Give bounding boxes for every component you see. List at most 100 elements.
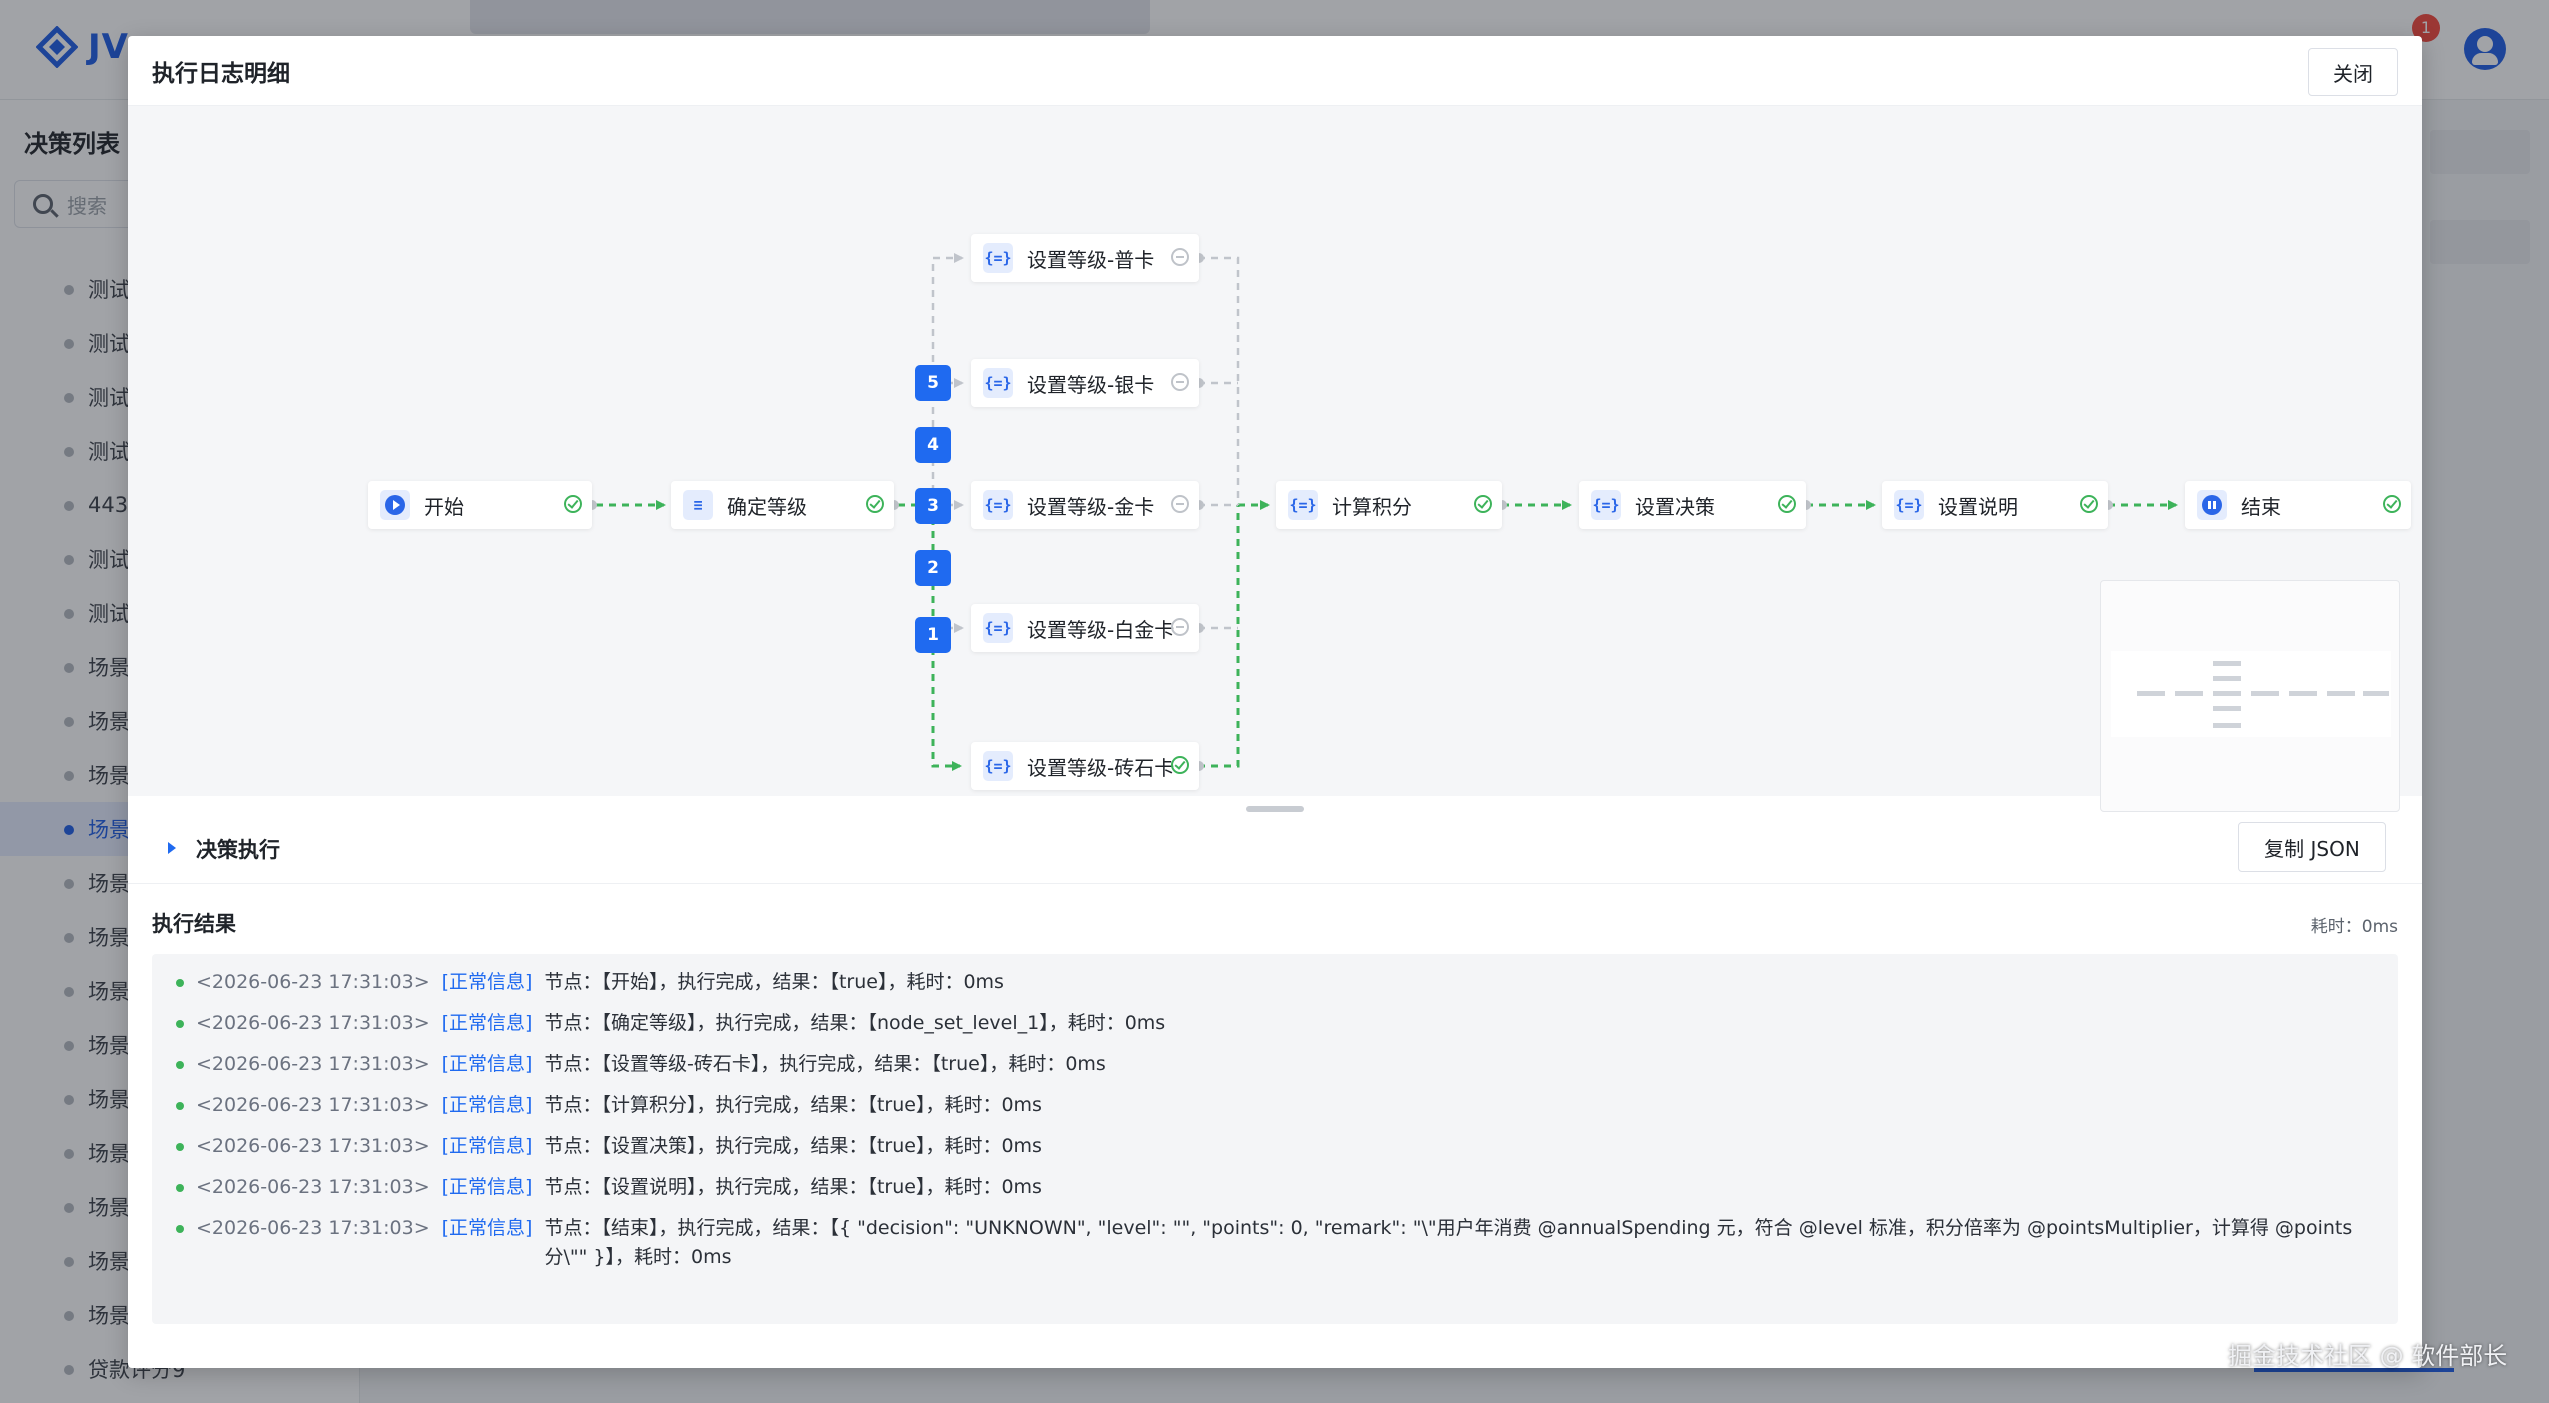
log-time: <2026-06-23 17:31:03> — [196, 1176, 430, 1198]
code-braces-icon: {=} — [983, 243, 1013, 273]
log-message: 节点：【设置说明】，执行完成，结果：【true】，耗时：0ms — [544, 1176, 1042, 1198]
decision-execution-section[interactable]: 决策执行 复制 JSON — [128, 812, 2422, 884]
log-tag: [正常信息] — [441, 971, 533, 993]
node-label: 设置等级-银卡 — [1027, 372, 1155, 397]
log-line: <2026-06-23 17:31:03> [正常信息] 节点：【确定等级】，执… — [176, 1009, 2374, 1038]
minimap-node — [2213, 676, 2241, 681]
node-level-normal[interactable]: {=} 设置等级-普卡 — [971, 234, 1199, 282]
minus-circle-icon — [1171, 373, 1189, 391]
node-set-decision[interactable]: {=} 设置决策 — [1579, 481, 1806, 529]
code-braces-icon: {=} — [1894, 490, 1924, 520]
node-label: 设置决策 — [1635, 494, 1715, 519]
caret-right-icon[interactable] — [168, 842, 176, 854]
flow-canvas[interactable]: 开始 ≡ 确定等级 {=} 设置等级-普卡 {=} 设置等级-银卡 {=} 设置… — [128, 106, 2422, 812]
minimap[interactable] — [2100, 580, 2400, 812]
log-tag: [正常信息] — [441, 1217, 533, 1239]
check-circle-icon — [2383, 495, 2401, 513]
node-label: 设置等级-白金卡 — [1027, 617, 1175, 642]
log-tag: [正常信息] — [441, 1176, 533, 1198]
minimap-node — [2213, 723, 2241, 728]
log-message: 节点：【设置等级-砖石卡】，执行完成，结果：【true】，耗时：0ms — [544, 1053, 1106, 1075]
node-determine-level[interactable]: ≡ 确定等级 — [671, 481, 894, 529]
check-circle-icon — [2080, 495, 2098, 513]
log-message: 节点：【结束】，执行完成，结果：【{ "decision": "UNKNOWN"… — [544, 1217, 2353, 1268]
code-braces-icon: {=} — [983, 613, 1013, 643]
branch-icon: ≡ — [683, 490, 713, 520]
log-line: <2026-06-23 17:31:03> [正常信息] 节点：【结束】，执行完… — [176, 1214, 2374, 1272]
log-line: <2026-06-23 17:31:03> [正常信息] 节点：【计算积分】，执… — [176, 1091, 2374, 1120]
log-time: <2026-06-23 17:31:03> — [196, 1012, 430, 1034]
flow-edges — [587, 253, 2178, 771]
close-button[interactable]: 关闭 — [2308, 48, 2398, 96]
node-label: 开始 — [424, 494, 464, 519]
total-duration: 耗时：0ms — [2310, 917, 2398, 937]
log-line: <2026-06-23 17:31:03> [正常信息] 节点：【设置说明】，执… — [176, 1173, 2374, 1202]
play-icon — [380, 490, 410, 520]
execution-section-title[interactable]: 决策执行 — [196, 834, 280, 864]
edge-diamond-merge — [1198, 505, 1240, 768]
node-label: 设置说明 — [1938, 494, 2018, 519]
minus-circle-icon — [1171, 248, 1189, 266]
check-circle-icon — [866, 495, 884, 513]
code-braces-icon: {=} — [983, 368, 1013, 398]
node-level-diamond[interactable]: {=} 设置等级-砖石卡 — [971, 742, 1199, 790]
minus-circle-icon — [1171, 495, 1189, 513]
log-message: 节点：【确定等级】，执行完成，结果：【node_set_level_1】，耗时：… — [544, 1012, 1166, 1034]
node-label: 设置等级-砖石卡 — [1027, 755, 1175, 780]
minimap-node — [2251, 691, 2279, 696]
minimap-node — [2213, 661, 2241, 666]
code-braces-icon: {=} — [983, 751, 1013, 781]
log-message: 节点：【设置决策】，执行完成，结果：【true】，耗时：0ms — [544, 1135, 1042, 1157]
priority-badge: 1 — [915, 617, 951, 653]
log-time: <2026-06-23 17:31:03> — [196, 1217, 430, 1239]
node-label: 确定等级 — [727, 494, 807, 519]
node-set-remark[interactable]: {=} 设置说明 — [1882, 481, 2108, 529]
check-circle-icon — [1474, 495, 1492, 513]
pause-icon — [2197, 490, 2227, 520]
modal-title: 执行日志明细 — [152, 60, 290, 87]
modal-header: 执行日志明细 关闭 — [128, 36, 2422, 106]
log-tag: [正常信息] — [441, 1053, 533, 1075]
node-end[interactable]: 结束 — [2185, 481, 2411, 529]
edge-normal-merge — [1198, 256, 1240, 505]
node-label: 结束 — [2241, 494, 2281, 519]
log-time: <2026-06-23 17:31:03> — [196, 1053, 430, 1075]
node-label: 设置等级-普卡 — [1027, 247, 1155, 272]
minimap-node — [2363, 691, 2389, 696]
node-label: 计算积分 — [1332, 494, 1412, 519]
check-circle-icon — [564, 495, 582, 513]
log-output: <2026-06-23 17:31:03> [正常信息] 节点：【开始】，执行完… — [152, 954, 2398, 1324]
code-braces-icon: {=} — [983, 490, 1013, 520]
log-message: 节点：【计算积分】，执行完成，结果：【true】，耗时：0ms — [544, 1094, 1042, 1116]
node-label: 设置等级-金卡 — [1027, 494, 1155, 519]
log-time: <2026-06-23 17:31:03> — [196, 1094, 430, 1116]
code-braces-icon: {=} — [1591, 490, 1621, 520]
log-time: <2026-06-23 17:31:03> — [196, 971, 430, 993]
code-braces-icon: {=} — [1288, 490, 1318, 520]
minimap-node — [2213, 706, 2241, 711]
log-line: <2026-06-23 17:31:03> [正常信息] 节点：【设置等级-砖石… — [176, 1050, 2374, 1079]
log-time: <2026-06-23 17:31:03> — [196, 1135, 430, 1157]
execution-log-modal: 执行日志明细 关闭 开始 ≡ 确定等级 {=} 设置等级-普卡 {=} 设置等级… — [128, 36, 2422, 1368]
watermark: 掘金技术社区 @ 软件部长 — [2228, 1342, 2508, 1370]
log-line: <2026-06-23 17:31:03> [正常信息] 节点：【开始】，执行完… — [176, 968, 2374, 997]
log-line: <2026-06-23 17:31:03> [正常信息] 节点：【设置决策】，执… — [176, 1132, 2374, 1161]
log-tag: [正常信息] — [441, 1094, 533, 1116]
node-level-gold[interactable]: {=} 设置等级-金卡 — [971, 481, 1199, 529]
priority-badge: 5 — [915, 365, 951, 401]
node-calc-points[interactable]: {=} 计算积分 — [1276, 481, 1502, 529]
log-message: 节点：【开始】，执行完成，结果：【true】，耗时：0ms — [544, 971, 1004, 993]
minimap-node — [2137, 691, 2165, 696]
priority-badge: 2 — [915, 550, 951, 586]
priority-badge: 3 — [915, 488, 951, 524]
log-tag: [正常信息] — [441, 1012, 533, 1034]
node-start[interactable]: 开始 — [368, 481, 592, 529]
log-tag: [正常信息] — [441, 1135, 533, 1157]
check-circle-icon — [1171, 756, 1189, 774]
node-level-platinum[interactable]: {=} 设置等级-白金卡 — [971, 604, 1199, 652]
priority-badge: 4 — [915, 427, 951, 463]
minus-circle-icon — [1171, 618, 1189, 636]
copy-json-button[interactable]: 复制 JSON — [2238, 822, 2386, 872]
minimap-node — [2175, 691, 2203, 696]
node-level-silver[interactable]: {=} 设置等级-银卡 — [971, 359, 1199, 407]
